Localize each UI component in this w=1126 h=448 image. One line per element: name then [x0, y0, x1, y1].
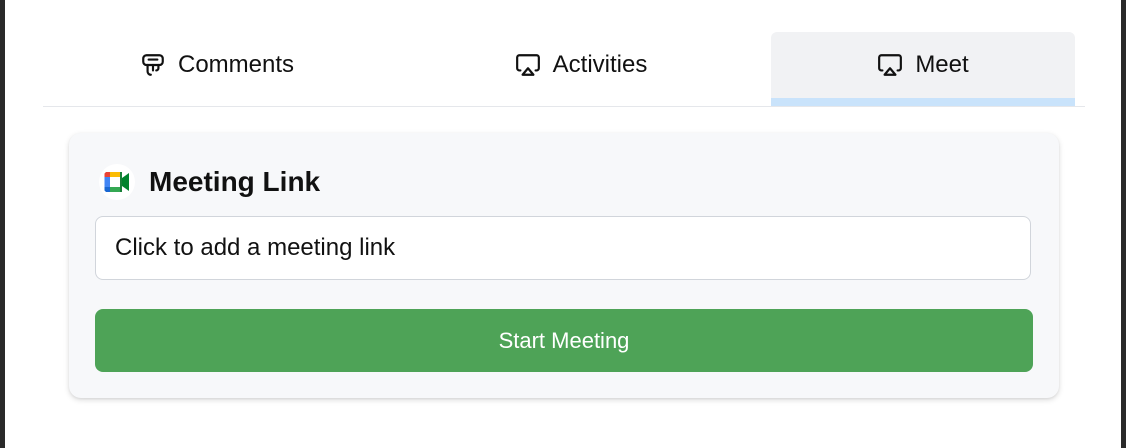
comments-icon: [140, 52, 166, 78]
airplay-icon: [877, 52, 903, 78]
tab-bar: Comments Activities Meet: [43, 32, 1085, 107]
google-meet-logo-icon: [99, 164, 135, 200]
start-meeting-button[interactable]: Start Meeting: [95, 309, 1033, 372]
meeting-link-input[interactable]: [95, 216, 1031, 280]
card-header: Meeting Link: [99, 164, 320, 200]
tab-comments[interactable]: Comments: [43, 32, 391, 98]
card-title: Meeting Link: [149, 166, 321, 197]
active-tab-indicator: [771, 98, 1075, 106]
tab-meet[interactable]: Meet: [771, 32, 1075, 98]
tab-meet-label: Meet: [915, 51, 969, 78]
airplay-icon: [515, 52, 541, 78]
tab-activities[interactable]: Activities: [391, 32, 771, 98]
tab-comments-label: Comments: [177, 51, 295, 78]
meet-panel: Comments Activities Meet Meeting Link Cl…: [5, 0, 1121, 448]
meeting-link-card: Meeting Link Start Meeting: [69, 133, 1059, 398]
tab-activities-label: Activities: [552, 51, 648, 78]
